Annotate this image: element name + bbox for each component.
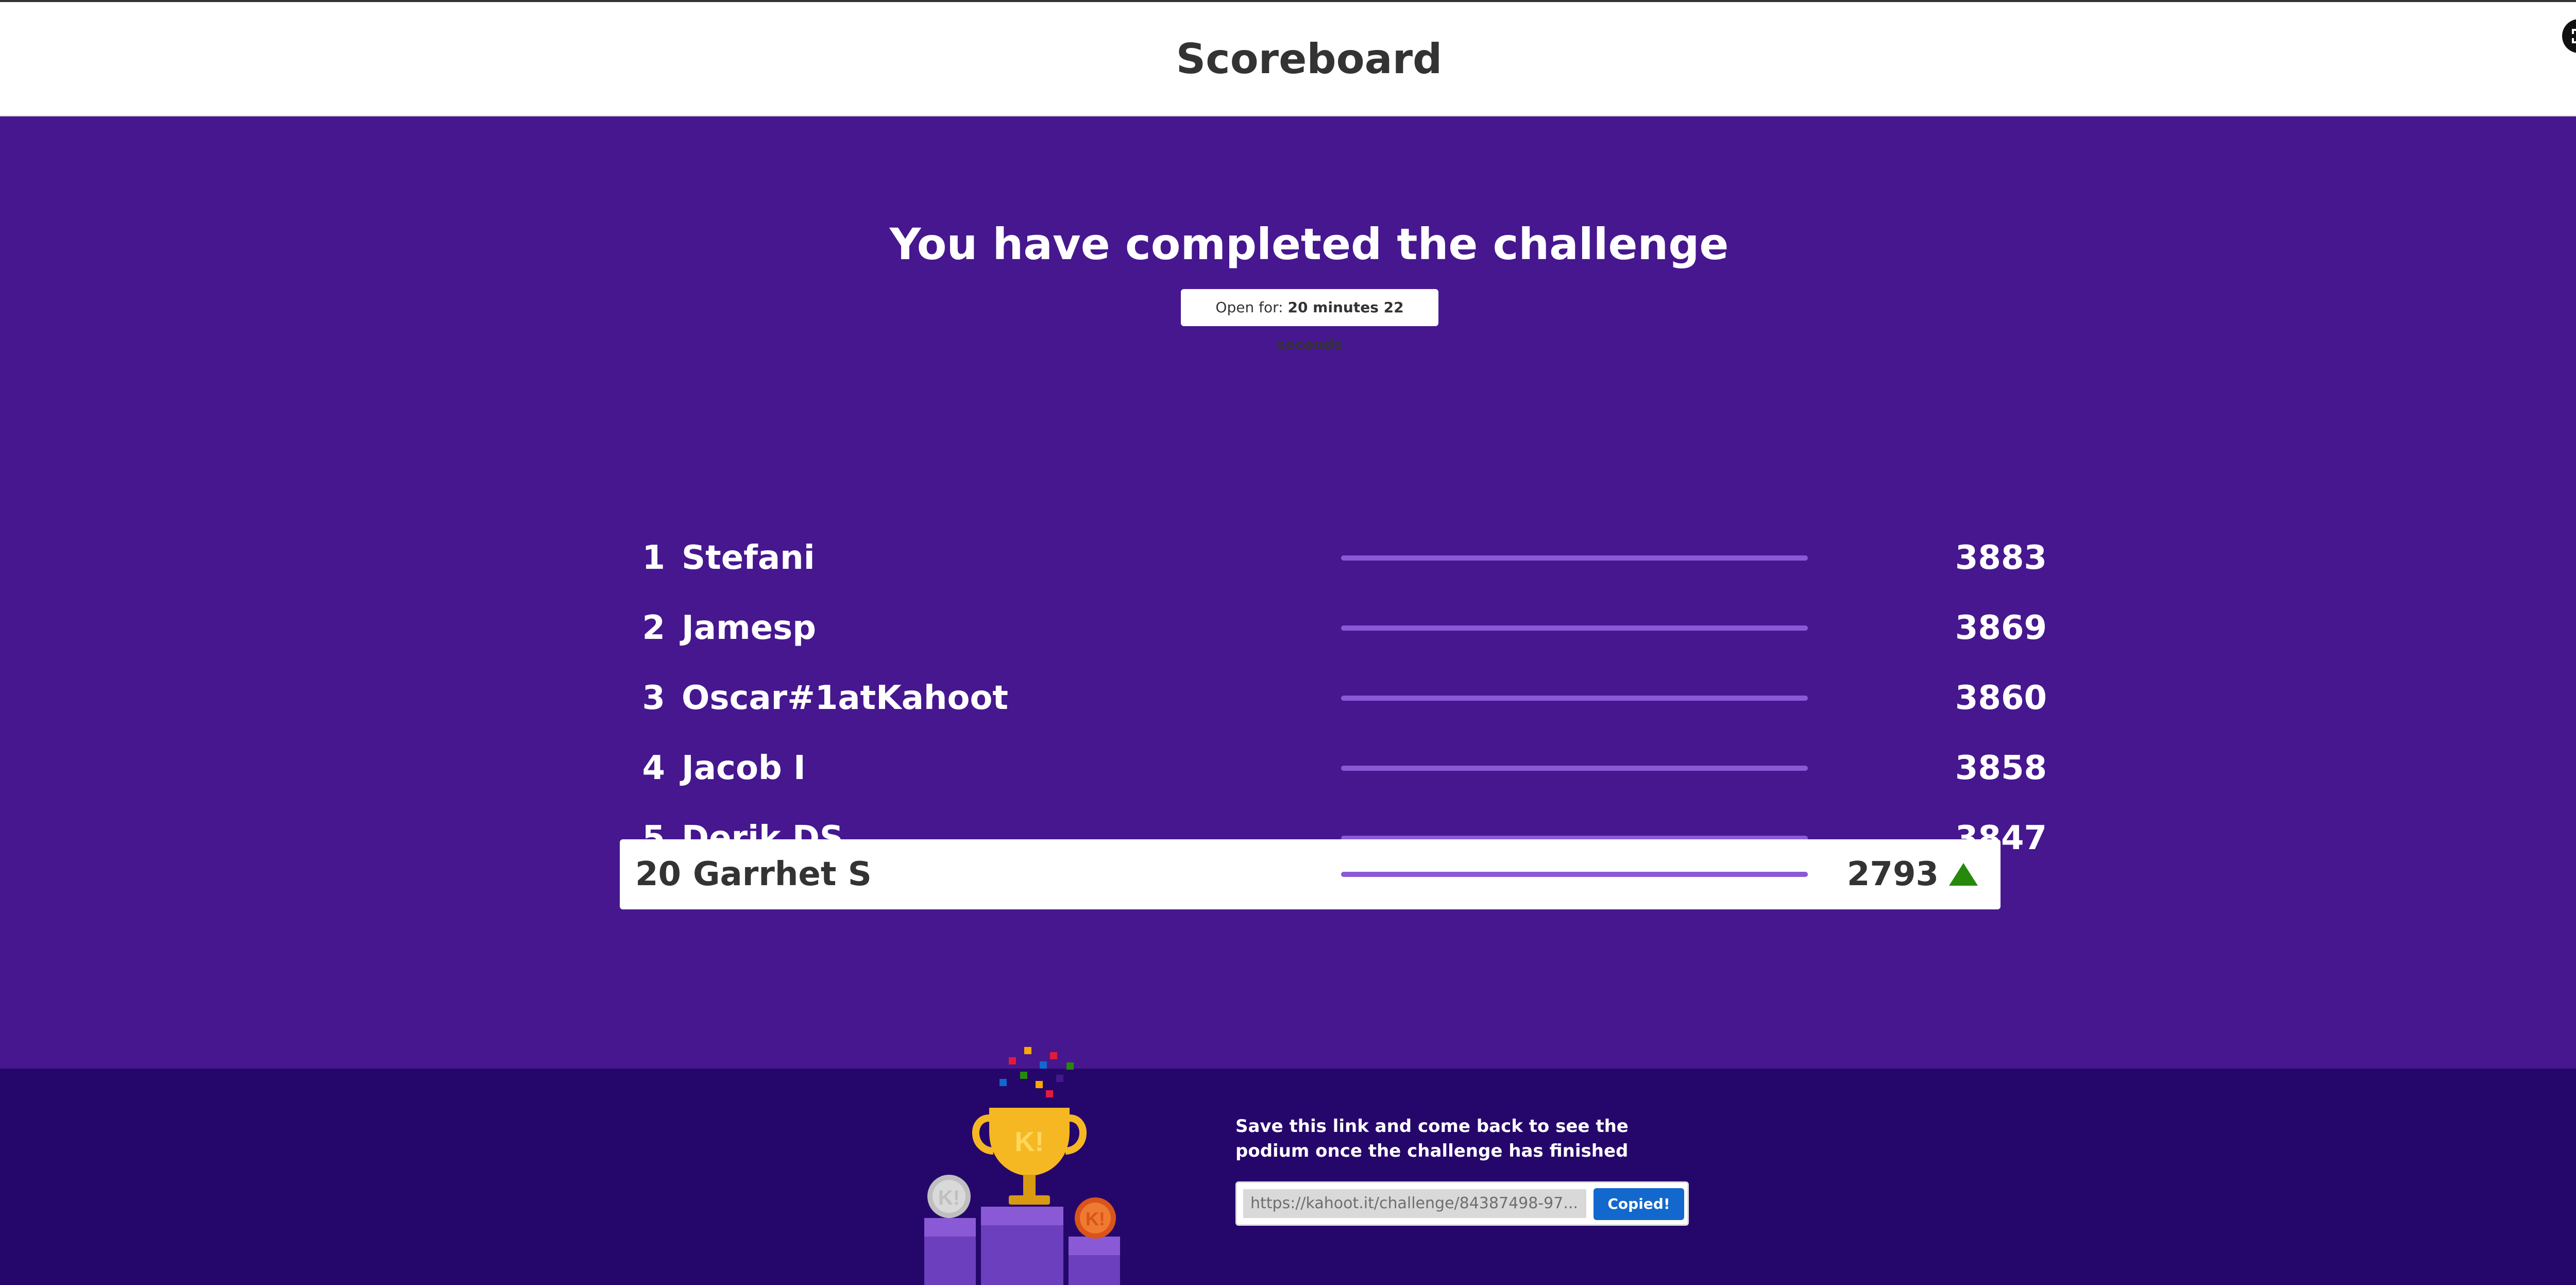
open-for-badge: Open for: 20 minutes 22 seconds (1181, 289, 1438, 353)
svg-text:K!: K! (938, 1187, 960, 1209)
row-player-name: Oscar#1atKahoot (682, 679, 1008, 717)
bronze-medal-icon: K! (1075, 1197, 1116, 1239)
confetti-icon (999, 1079, 1007, 1086)
svg-text:K!: K! (1015, 1126, 1044, 1157)
open-for-value: 20 minutes 22 seconds (1276, 299, 1404, 353)
row-score-value: 3858 (1955, 749, 2047, 787)
confetti-icon (1009, 1057, 1016, 1064)
challenge-link-input[interactable]: https://kahoot.it/challenge/84387498-97.… (1243, 1189, 1586, 1218)
leaderboard-row: 3 Oscar#1atKahoot 3860 (620, 663, 2047, 733)
row-rank: 4 (642, 749, 665, 787)
svg-text:K!: K! (1086, 1208, 1105, 1229)
save-link-message: Save this link and come back to see the … (1235, 1116, 1629, 1161)
row-player-name: Jacob I (682, 749, 806, 787)
current-player-score: 2793 (1496, 839, 1939, 909)
confetti-icon (1066, 1062, 1074, 1070)
copy-link-button[interactable]: Copied! (1594, 1188, 1684, 1220)
row-player-name: Stefani (682, 539, 815, 577)
footer: Save this link and come back to see the … (0, 1069, 2576, 1285)
row-score-value: 3869 (1955, 609, 2047, 647)
challenge-link-box: https://kahoot.it/challenge/84387498-97.… (1235, 1181, 1689, 1226)
row-score-value: 3883 (1955, 539, 2047, 577)
silver-medal-icon: K! (927, 1175, 971, 1218)
row-rank: 2 (642, 609, 665, 647)
confetti-icon (1020, 1072, 1027, 1079)
open-for-label: Open for: (1215, 299, 1283, 316)
current-player-score-value: 2793 (1846, 855, 1939, 893)
row-score-value: 3860 (1955, 679, 2047, 717)
row-player-name: Jamesp (682, 609, 816, 647)
leaderboard-row: 4 Jacob I 3858 (620, 733, 2047, 803)
confetti-icon (1040, 1061, 1047, 1069)
confetti-icon (1024, 1047, 1031, 1054)
row-score: 3883 (1599, 523, 2047, 593)
row-rank: 3 (642, 679, 665, 717)
confetti-icon (1046, 1090, 1053, 1097)
up-arrow-icon (1949, 863, 1978, 886)
trophy-podium-illustration: K! K! K! (924, 1047, 1120, 1285)
leaderboard-row: 1 Stefani 3883 (620, 523, 2047, 593)
leaderboard-row: 2 Jamesp 3869 (620, 593, 2047, 663)
confetti-icon (1056, 1075, 1063, 1082)
header: Scoreboard (0, 2, 2576, 116)
row-rank: 1 (642, 539, 665, 577)
row-score: 3869 (1599, 593, 2047, 663)
trophy-icon: K! (972, 1108, 1087, 1205)
page-title: Scoreboard (1176, 35, 1443, 83)
current-player-name: Garrhet S (693, 855, 872, 893)
row-score: 3860 (1599, 663, 2047, 733)
current-player-row: 20 Garrhet S 2793 (620, 839, 2001, 909)
completion-headline: You have completed the challenge (889, 219, 1729, 269)
main-panel: You have completed the challenge Open fo… (0, 116, 2576, 1069)
row-score: 3858 (1599, 733, 2047, 803)
fullscreen-icon (2572, 29, 2576, 43)
confetti-icon (1036, 1081, 1043, 1088)
confetti-icon (1050, 1052, 1057, 1059)
